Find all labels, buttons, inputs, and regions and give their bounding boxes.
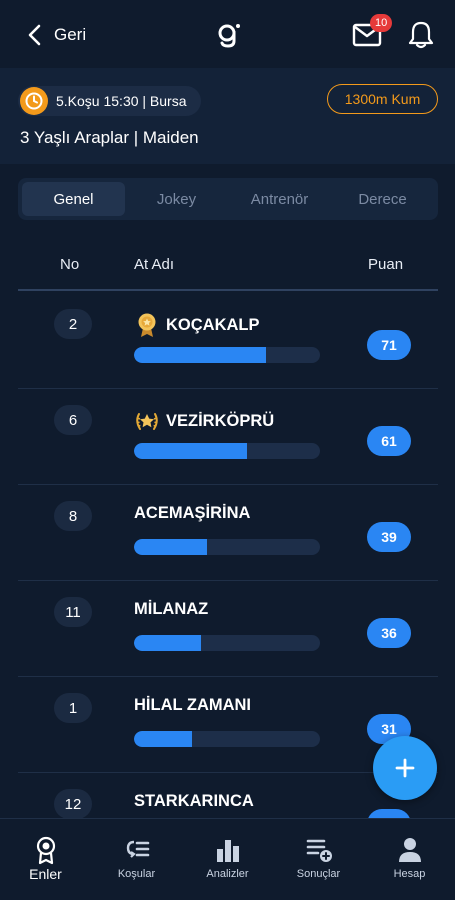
nav-label: Koşular	[117, 868, 156, 880]
nav-label: Analizler	[206, 868, 249, 880]
nav-sonuclar[interactable]: Sonuçlar	[273, 819, 364, 900]
race-info-panel: 5.Koşu 15:30 | Bursa 1300m Kum 3 Yaşlı A…	[0, 68, 455, 164]
horse-name-group: STARKARINCA	[134, 792, 254, 811]
race-chip: 5.Koşu 15:30 | Bursa	[18, 86, 201, 116]
score-badge	[367, 809, 411, 818]
nav-label: Hesap	[393, 868, 426, 880]
list-icon	[126, 840, 149, 858]
header-divider	[18, 289, 438, 291]
score-bar-fill	[134, 347, 267, 363]
user-icon	[398, 838, 421, 862]
column-header-name: At Adı	[134, 256, 175, 273]
score-bar	[134, 443, 320, 459]
tab-jokey[interactable]: Jokey	[125, 182, 228, 216]
score-bar	[134, 539, 320, 555]
chevron-left-icon	[28, 24, 41, 46]
tab-bar: Genel Jokey Antrenör Derece	[18, 178, 438, 220]
track-badge: 1300m Kum	[327, 84, 438, 114]
score-bar	[134, 347, 320, 363]
nav-hesap[interactable]: Hesap	[364, 819, 455, 900]
nav-analizler[interactable]: Analizler	[182, 819, 273, 900]
row-number: 12	[54, 789, 92, 818]
nav-kosular[interactable]: Koşular	[91, 819, 182, 900]
horse-name: STARKARINCA	[134, 792, 254, 810]
column-header-score[interactable]: Puan	[368, 256, 403, 273]
clock-icon	[20, 87, 48, 115]
table-row[interactable]: 6 VEZİRKÖPRÜ 61	[18, 389, 438, 485]
row-number: 1	[54, 693, 92, 723]
table-row[interactable]: 2 KOÇAKALP 71	[18, 293, 438, 389]
list-add-icon	[306, 839, 332, 862]
horse-name: ACEMAŞİRİNA	[134, 504, 251, 522]
nav-label: Sonuçlar	[296, 868, 341, 880]
score-bar-fill	[134, 443, 248, 459]
row-number: 11	[54, 597, 92, 627]
horse-name: HİLAL ZAMANI	[134, 696, 252, 714]
nav-label: Enler	[29, 866, 62, 882]
ribbon-medal-icon	[138, 313, 156, 337]
award-icon	[36, 836, 55, 865]
race-chip-text: 5.Koşu 15:30 | Bursa	[56, 93, 187, 109]
tab-antrenor[interactable]: Antrenör	[228, 182, 331, 216]
back-button[interactable]: Geri	[26, 22, 86, 48]
score-bar-fill	[134, 539, 207, 555]
add-fab-button[interactable]	[373, 736, 437, 800]
row-number: 8	[54, 501, 92, 531]
horse-name-group: VEZİRKÖPRÜ	[134, 408, 274, 434]
horse-name-group: HİLAL ZAMANI	[134, 696, 251, 715]
bottom-nav: Enler Koşular Analizler Sonuçlar Hesap	[0, 818, 455, 900]
score-bar	[134, 635, 320, 651]
app-logo	[218, 24, 240, 48]
bar-chart-icon	[216, 840, 239, 862]
column-header-no: No	[60, 256, 80, 273]
tab-genel[interactable]: Genel	[22, 182, 125, 216]
back-label: Geri	[54, 25, 87, 44]
horse-name: KOÇAKALP	[166, 315, 260, 334]
score-badge: 36	[367, 618, 411, 648]
nav-enler[interactable]: Enler	[0, 819, 91, 900]
horse-name-group: KOÇAKALP	[134, 312, 260, 338]
score-badge: 39	[367, 522, 411, 552]
score-bar	[134, 731, 320, 747]
top-bar: Geri 10	[0, 0, 455, 68]
horse-name-group: ACEMAŞİRİNA	[134, 504, 250, 523]
score-badge: 71	[367, 330, 411, 360]
plus-icon	[395, 758, 415, 778]
row-number: 2	[54, 309, 92, 339]
score-badge: 61	[367, 426, 411, 456]
horse-name-group: MİLANAZ	[134, 600, 208, 619]
row-number: 6	[54, 405, 92, 435]
race-description: 3 Yaşlı Araplar | Maiden	[20, 128, 199, 147]
horse-name: VEZİRKÖPRÜ	[166, 411, 275, 430]
mail-badge: 10	[370, 14, 393, 32]
score-bar-fill	[134, 731, 192, 747]
table-row[interactable]: 11 MİLANAZ 36	[18, 581, 438, 677]
bell-icon[interactable]	[407, 20, 435, 50]
horse-name: MİLANAZ	[134, 600, 209, 618]
star-laurel-icon	[136, 413, 158, 430]
tab-derece[interactable]: Derece	[331, 182, 434, 216]
table-row[interactable]: 8 ACEMAŞİRİNA 39	[18, 485, 438, 581]
score-bar-fill	[134, 635, 201, 651]
